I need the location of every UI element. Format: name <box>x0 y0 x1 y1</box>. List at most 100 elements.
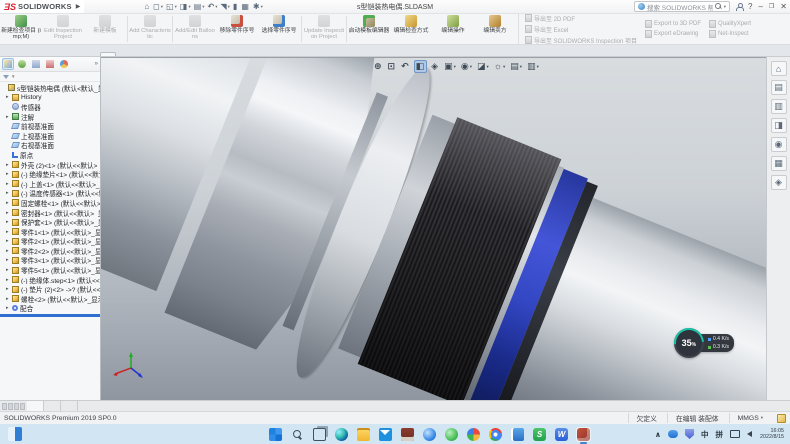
task-pane-tab[interactable]: ▥ <box>771 99 787 114</box>
view-tool[interactable]: ◈ <box>430 61 440 72</box>
qat-button[interactable]: ▦ <box>241 3 250 11</box>
taskbar-app[interactable] <box>268 427 283 442</box>
document-tab[interactable] <box>61 401 78 411</box>
tray-item[interactable]: 拼 <box>716 429 724 440</box>
taskbar-app[interactable] <box>444 427 459 442</box>
graphics-viewport[interactable]: ⊕⊡↶◧◈▣▾◉▾◪▾☼▾▤▾▥▾ 35% 0.4 K/s0.3 K/s <box>101 57 766 400</box>
login-user-icon[interactable] <box>735 3 743 11</box>
tab-feature-manager[interactable] <box>2 58 14 70</box>
taskbar-app[interactable] <box>400 427 415 442</box>
ribbon-button[interactable]: 新建模板 <box>84 14 126 44</box>
command-manager-tab[interactable] <box>44 53 58 56</box>
tray-item[interactable] <box>668 430 678 438</box>
search-dropdown-icon[interactable]: ▾ <box>724 4 726 10</box>
export-menu-item[interactable]: Net-Inspect <box>709 30 751 38</box>
status-segment[interactable]: 在编辑 装配体 <box>667 413 729 423</box>
qat-button[interactable]: ↶▾ <box>208 3 218 11</box>
tree-item[interactable]: 前视基准面 <box>0 121 100 131</box>
tag-icon[interactable] <box>777 414 786 423</box>
thermocouple-assembly-model[interactable] <box>101 57 766 400</box>
tree-item[interactable]: 原点 <box>0 150 100 160</box>
taskbar-clock[interactable]: 16:05 2022/8/15 <box>760 428 784 441</box>
tab-overflow-icon[interactable]: » <box>95 61 98 67</box>
tree-root-item[interactable]: s型铠装热电偶 (默认<默认_显示状态-1 <box>0 83 100 93</box>
taskbar-app[interactable] <box>290 427 305 442</box>
taskbar-app[interactable] <box>356 427 371 442</box>
ribbon-button[interactable]: Update Inspection Project <box>303 14 345 44</box>
document-tab[interactable] <box>44 401 61 411</box>
tree-item[interactable]: ▸ History <box>0 93 100 103</box>
ribbon-button[interactable]: 启动模板编辑器 <box>348 14 390 44</box>
tray-item[interactable] <box>730 430 740 438</box>
view-tool[interactable]: ↶ <box>400 61 411 72</box>
ribbon-button[interactable]: Edit Inspection Project <box>42 14 84 44</box>
ribbon-button[interactable]: 编辑检查方式 <box>390 14 432 44</box>
command-manager-tab[interactable] <box>86 53 100 56</box>
ribbon-button[interactable]: 移除零件序号 <box>216 14 258 44</box>
taskbar-app[interactable] <box>378 427 393 442</box>
qat-button[interactable]: ◱▾ <box>166 3 177 11</box>
tab-dimxpert-manager[interactable] <box>44 58 56 70</box>
tree-item[interactable]: ▸ 螺栓<2> (默认<<默认>_显示状态 <box>0 294 100 304</box>
taskbar-app[interactable] <box>312 427 327 442</box>
tray-item[interactable]: ∧ <box>655 430 661 439</box>
tree-item[interactable]: ▸ 密封器<1> (默认<<默认>_显示状 <box>0 208 100 218</box>
help-search-box[interactable]: 搜索 SOLIDWORKS 帮助 ▾ <box>634 1 730 12</box>
tab-property-manager[interactable] <box>16 58 28 70</box>
status-segment[interactable]: MMGS▾ <box>729 413 771 423</box>
help-button[interactable]: ? <box>748 2 752 12</box>
task-pane-tab[interactable]: ◨ <box>771 118 787 133</box>
tree-item[interactable]: ▸ (-) 垫片 (2)<2> ->? (默认<<默认 <box>0 284 100 294</box>
task-pane-tab[interactable]: ▦ <box>771 156 787 171</box>
tab-scroll-buttons[interactable] <box>0 401 27 411</box>
view-tool[interactable]: ◧ <box>414 60 428 73</box>
command-manager-tab[interactable] <box>30 53 44 56</box>
taskbar-app[interactable] <box>334 427 349 442</box>
tree-item[interactable]: ▸ 零件3<1> (默认<<默认>_显示状 <box>0 256 100 266</box>
command-manager-tab[interactable] <box>72 53 86 56</box>
command-manager-tab[interactable] <box>100 52 116 56</box>
tree-item[interactable]: ▸ 零件2<2> (默认<<默认>_显示状 <box>0 246 100 256</box>
export-menu-item[interactable]: 导出至 Excel <box>525 25 637 34</box>
view-tool[interactable]: ▣▾ <box>443 61 457 72</box>
qat-button[interactable]: ◨▾ <box>180 3 191 11</box>
qat-button[interactable]: ◥▾ <box>221 3 230 11</box>
tab-display-manager[interactable] <box>58 58 70 70</box>
view-tool[interactable]: ☼▾ <box>493 61 507 72</box>
taskbar-app[interactable] <box>422 427 437 442</box>
ribbon-button[interactable]: 新建检查项目 (imp;M) <box>0 14 42 44</box>
export-menu-item[interactable]: QualityXpert <box>709 20 751 28</box>
view-tool[interactable]: ⊡ <box>387 61 398 72</box>
task-pane-tab[interactable]: ◉ <box>771 137 787 152</box>
status-segment[interactable]: 欠定义 <box>628 413 667 423</box>
tree-item[interactable]: ▸ 固定螺栓<1> (默认<<默认>_显示 <box>0 198 100 208</box>
tree-item[interactable]: ▸ 外壳 (2)<1> (默认<<默认>_显示状 <box>0 160 100 170</box>
taskbar-app[interactable] <box>510 427 525 442</box>
tree-item[interactable]: ▸ (-) 绝缘体.step<1> (默认<<默认> <box>0 275 100 285</box>
close-button[interactable]: ✕ <box>780 2 787 12</box>
view-tool[interactable]: ◉▾ <box>460 61 473 72</box>
ribbon-button[interactable]: 编辑卖方 <box>474 14 516 44</box>
qat-button[interactable]: ◻▾ <box>153 3 163 11</box>
task-pane-tab[interactable]: ◈ <box>771 175 787 190</box>
view-tool[interactable]: ▥▾ <box>526 61 540 72</box>
export-menu-item[interactable]: 导出至 2D PDF <box>525 14 637 23</box>
qat-button[interactable]: ✱▾ <box>253 3 263 11</box>
tree-item[interactable]: ▸ 保护套<1> (默认<<默认>_显示状 <box>0 217 100 227</box>
feature-tree-filter[interactable]: ▼ <box>0 72 100 82</box>
restore-button[interactable]: ❐ <box>769 2 774 12</box>
qat-button[interactable]: ⌂ <box>144 3 150 11</box>
tree-item[interactable]: ▸ 配合 <box>0 304 100 314</box>
tray-item[interactable]: 中 <box>701 429 709 440</box>
usage-percent-badge[interactable]: 35% <box>674 328 704 358</box>
export-menu-item[interactable]: Export to 3D PDF <box>645 20 701 28</box>
taskbar-app[interactable]: S <box>532 427 547 442</box>
ribbon-button[interactable]: 选择零件序号 <box>258 14 300 44</box>
menu-flyout-arrow-icon[interactable]: ▶ <box>76 3 81 10</box>
view-tool[interactable]: ◪▾ <box>476 61 490 72</box>
export-menu-item[interactable]: Export eDrawing <box>645 30 701 38</box>
tree-item[interactable]: 传感器 <box>0 102 100 112</box>
tab-configuration-manager[interactable] <box>30 58 42 70</box>
tray-item[interactable] <box>747 431 753 437</box>
view-tool[interactable]: ▤▾ <box>509 61 523 72</box>
